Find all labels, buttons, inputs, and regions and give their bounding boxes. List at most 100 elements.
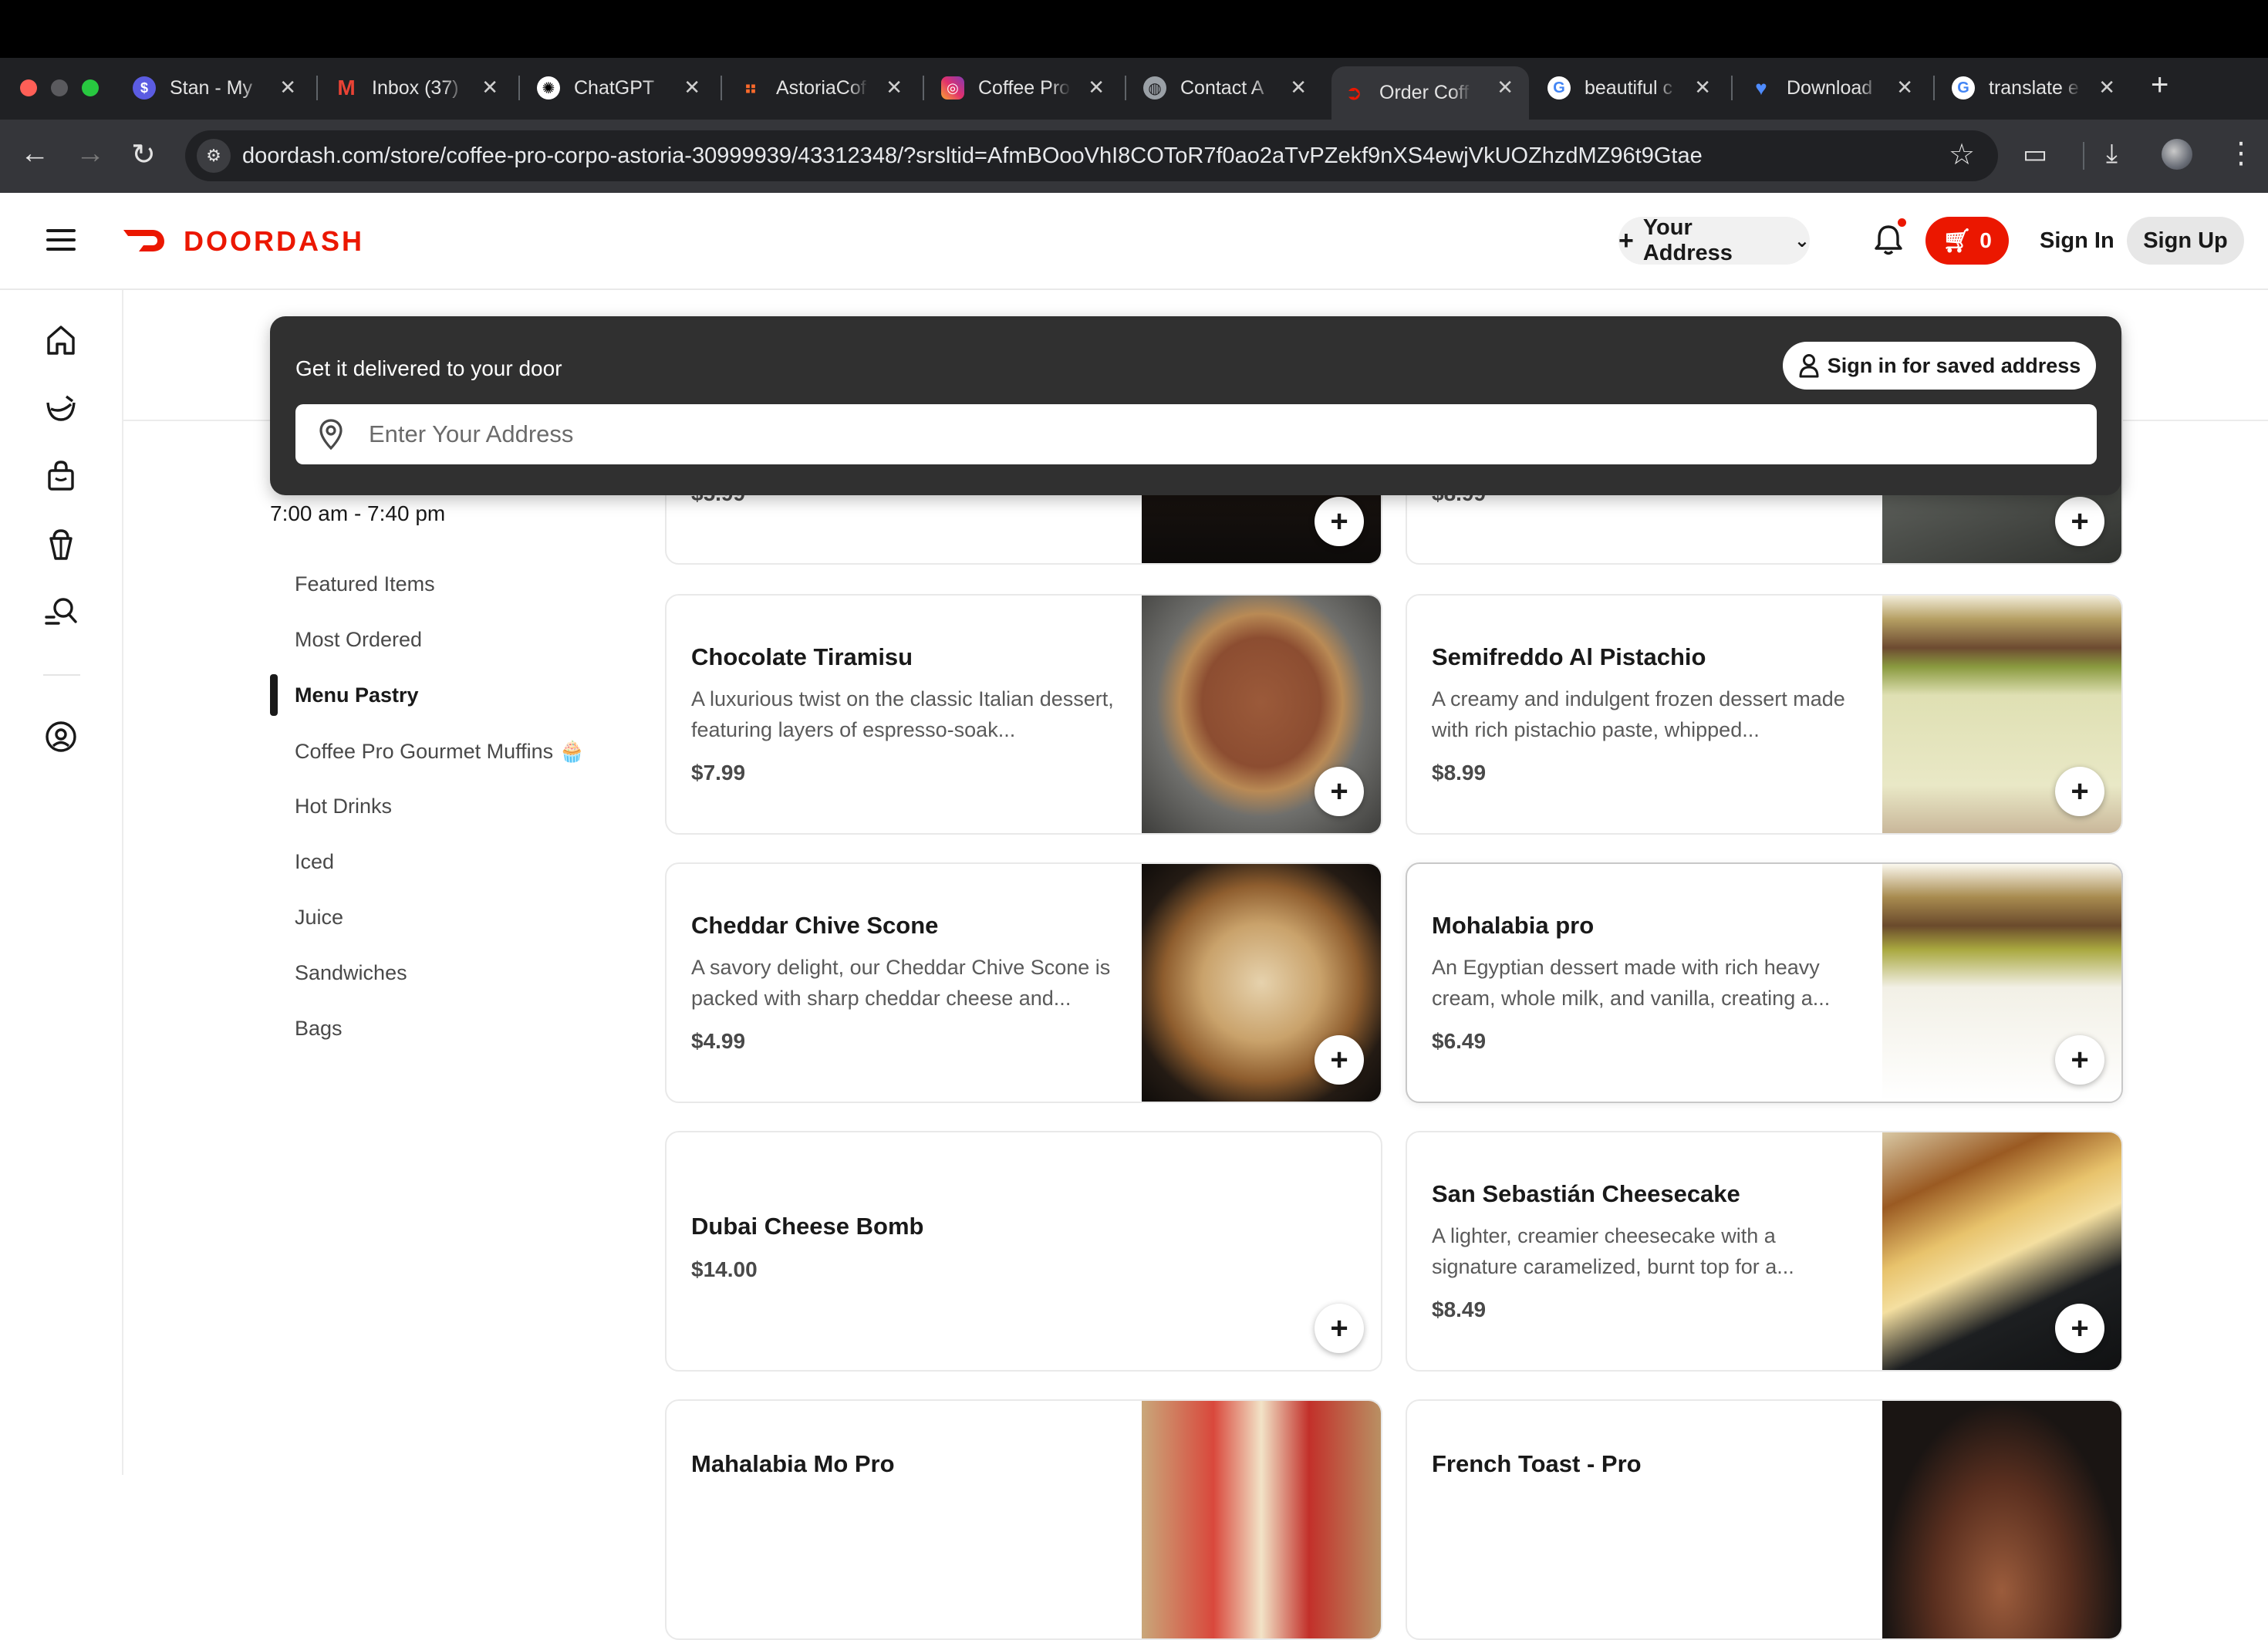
- tab-chatgpt[interactable]: ✺ ChatGPT ✕: [526, 66, 716, 110]
- category-bags[interactable]: Bags: [295, 1017, 343, 1041]
- item-description: A luxurious twist on the classic Italian…: [691, 687, 1114, 741]
- tab-translate[interactable]: G translate e ✕: [1941, 66, 2131, 110]
- cart-button[interactable]: 🛒︎ 0: [1925, 217, 2009, 265]
- hamburger-menu-icon[interactable]: [46, 229, 76, 257]
- stan-favicon-icon: $: [133, 76, 156, 100]
- sign-in-link[interactable]: Sign In: [2040, 228, 2114, 254]
- category-featured-items[interactable]: Featured Items: [295, 572, 435, 596]
- menu-item-card[interactable]: Semifreddo Al Pistachio A creamy and ind…: [1406, 594, 2123, 835]
- brand-wordmark[interactable]: DOORDASH: [184, 225, 364, 258]
- category-gourmet-muffins[interactable]: Coffee Pro Gourmet Muffins 🧁: [295, 739, 585, 764]
- close-tab-icon[interactable]: ✕: [1497, 76, 1514, 100]
- add-to-cart-button[interactable]: +: [1315, 1035, 1364, 1085]
- tab-label: Coffee Pro: [978, 76, 1071, 99]
- item-price: $14.00: [691, 1257, 758, 1281]
- close-tab-icon[interactable]: ✕: [481, 76, 498, 100]
- bookmark-star-icon[interactable]: ☆: [1949, 137, 1975, 172]
- add-to-cart-button[interactable]: +: [1315, 1304, 1364, 1353]
- close-window-button[interactable]: [20, 79, 37, 96]
- site-info-icon[interactable]: ⚙: [197, 139, 231, 173]
- url-text[interactable]: doordash.com/store/coffee-pro-corpo-asto…: [242, 143, 1703, 169]
- profile-avatar[interactable]: [2162, 139, 2192, 170]
- add-to-cart-button[interactable]: +: [2055, 497, 2104, 546]
- tab-label: Contact A: [1180, 76, 1264, 99]
- tab-stan[interactable]: $ Stan - My ✕: [122, 66, 312, 110]
- plus-icon: +: [1618, 225, 1634, 255]
- download-icon[interactable]: ⤓: [2106, 139, 2118, 169]
- zoom-window-button[interactable]: [82, 79, 99, 96]
- notification-bell-icon[interactable]: [1873, 224, 1904, 258]
- popover-title: Get it delivered to your door: [295, 356, 562, 380]
- category-iced[interactable]: Iced: [295, 850, 334, 874]
- close-tab-icon[interactable]: ✕: [886, 76, 903, 100]
- close-tab-icon[interactable]: ✕: [2098, 76, 2115, 100]
- close-tab-icon[interactable]: ✕: [1088, 76, 1105, 100]
- category-most-ordered[interactable]: Most Ordered: [295, 628, 422, 652]
- doordash-logo-icon[interactable]: [122, 225, 173, 256]
- menu-item-card[interactable]: San Sebastián Cheesecake A lighter, crea…: [1406, 1131, 2123, 1372]
- back-arrow-icon[interactable]: ←: [20, 137, 49, 170]
- tab-inbox[interactable]: M Inbox (37) ✕: [324, 66, 514, 110]
- chevron-down-icon: ⌄: [1794, 230, 1810, 251]
- reload-icon[interactable]: ↻: [131, 137, 156, 172]
- menu-item-card[interactable]: Cheddar Chive Scone A savory delight, ou…: [665, 862, 1382, 1103]
- cast-icon[interactable]: ▭: [2023, 139, 2047, 170]
- item-price: $6.49: [1432, 1029, 1487, 1053]
- tab-separator: [923, 76, 924, 100]
- globe-favicon-icon: ◍: [1143, 76, 1166, 100]
- grocery-icon[interactable]: [43, 390, 79, 426]
- close-tab-icon[interactable]: ✕: [1290, 76, 1307, 100]
- menu-item-card[interactable]: Mohalabia pro An Egyptian dessert made w…: [1406, 862, 2123, 1103]
- mac-menu-bar: [0, 0, 2268, 58]
- add-to-cart-button[interactable]: +: [2055, 1035, 2104, 1085]
- new-tab-button[interactable]: +: [2151, 68, 2168, 103]
- location-pin-icon: [319, 419, 343, 450]
- menu-item-card[interactable]: French Toast - Pro: [1406, 1399, 2123, 1640]
- address-button-label: Your Address: [1642, 215, 1733, 265]
- add-to-cart-button[interactable]: +: [1315, 767, 1364, 816]
- tab-label: Download: [1787, 76, 1873, 99]
- sign-up-button[interactable]: Sign Up: [2127, 217, 2244, 265]
- close-tab-icon[interactable]: ✕: [1694, 76, 1711, 100]
- close-tab-icon[interactable]: ✕: [279, 76, 296, 100]
- tab-label: beautiful c: [1585, 76, 1672, 99]
- category-hot-drinks[interactable]: Hot Drinks: [295, 795, 392, 818]
- cart-icon: 🛒︎: [1942, 228, 1973, 254]
- retail-bag-icon[interactable]: [43, 458, 79, 494]
- tab-separator: [1731, 76, 1733, 100]
- menu-item-card[interactable]: Chocolate Tiramisu A luxurious twist on …: [665, 594, 1382, 835]
- address-input[interactable]: [369, 409, 2066, 460]
- minimize-window-button[interactable]: [51, 79, 68, 96]
- tab-download[interactable]: ♥ Download ✕: [1739, 66, 1929, 110]
- tab-label: ChatGPT: [574, 76, 655, 99]
- tab-label: Inbox (37): [372, 76, 459, 99]
- category-menu-pastry[interactable]: Menu Pastry: [295, 683, 419, 707]
- tab-beautiful[interactable]: G beautiful c ✕: [1537, 66, 1726, 110]
- item-name: Mohalabia pro: [1432, 912, 1595, 939]
- close-tab-icon[interactable]: ✕: [683, 76, 700, 100]
- item-name: Mahalabia Mo Pro: [691, 1450, 895, 1477]
- your-address-button[interactable]: + Your Address ⌄: [1618, 215, 1810, 265]
- browser-menu-icon[interactable]: ⋮: [2226, 136, 2256, 170]
- search-icon[interactable]: [43, 594, 79, 629]
- category-juice[interactable]: Juice: [295, 906, 343, 930]
- close-tab-icon[interactable]: ✕: [1896, 76, 1913, 100]
- tab-order-coffee[interactable]: ➲ Order Coff ✕: [1331, 66, 1529, 120]
- category-sandwiches[interactable]: Sandwiches: [295, 961, 407, 985]
- tab-contact[interactable]: ◍ Contact A ✕: [1132, 66, 1322, 110]
- sign-in-saved-address-button[interactable]: Sign in for saved address: [1783, 342, 2096, 390]
- tab-coffee-pro[interactable]: ◎ Coffee Pro ✕: [930, 66, 1120, 110]
- add-to-cart-button[interactable]: +: [2055, 1304, 2104, 1353]
- astoria-favicon-icon: ⠶: [743, 77, 758, 99]
- home-icon[interactable]: [43, 322, 79, 358]
- menu-item-card[interactable]: Mahalabia Mo Pro: [665, 1399, 1382, 1640]
- menu-item-card[interactable]: Dubai Cheese Bomb $14.00 +: [665, 1131, 1382, 1372]
- account-icon[interactable]: [43, 719, 79, 754]
- tab-astoria[interactable]: ⠶ AstoriaCof ✕: [728, 66, 918, 110]
- add-to-cart-button[interactable]: +: [2055, 767, 2104, 816]
- item-name: Dubai Cheese Bomb: [691, 1213, 924, 1240]
- forward-arrow-icon[interactable]: →: [76, 137, 105, 170]
- convenience-icon[interactable]: [43, 526, 79, 562]
- add-to-cart-button[interactable]: +: [1315, 497, 1364, 546]
- tab-separator: [316, 76, 318, 100]
